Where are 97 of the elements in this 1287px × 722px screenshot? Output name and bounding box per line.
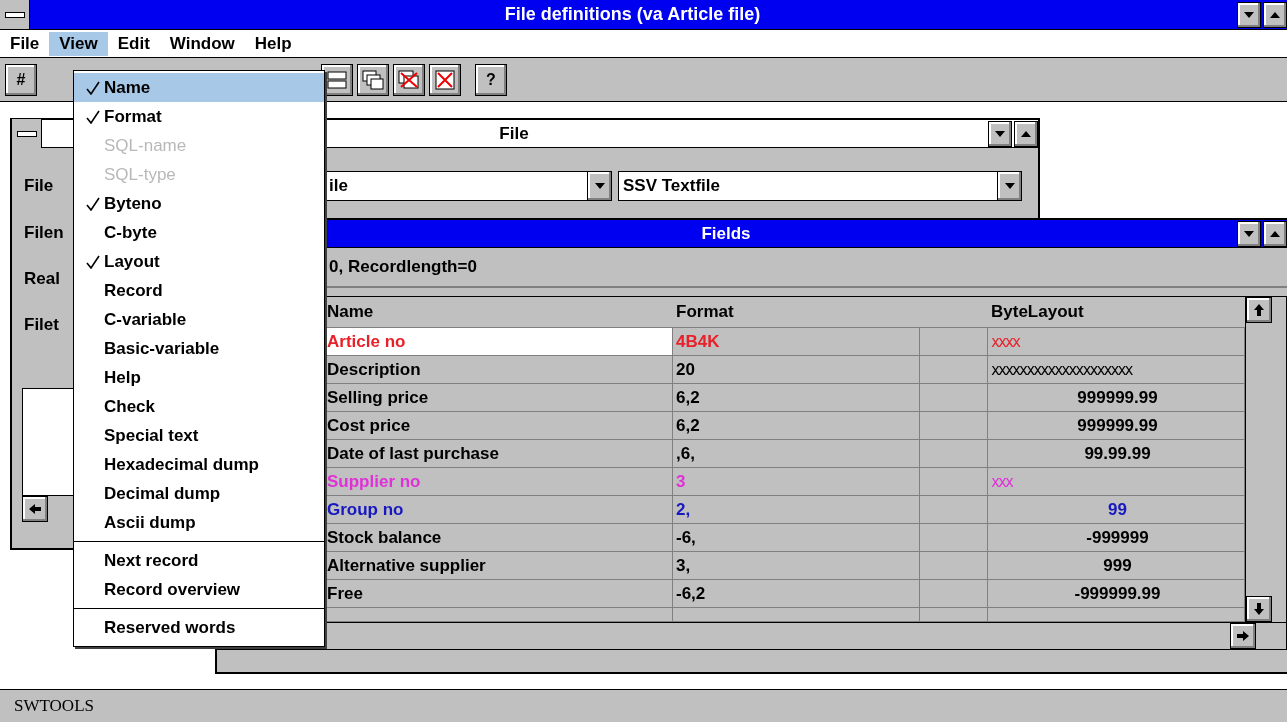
scroll-up-button[interactable]: [1246, 297, 1272, 323]
table-cell: [920, 524, 988, 552]
menu-item[interactable]: Record: [74, 276, 324, 305]
window-title: Fields: [701, 223, 751, 244]
menu-item[interactable]: Window: [159, 31, 245, 56]
table-cell: 3: [673, 468, 920, 496]
dropdown-field[interactable]: ile: [324, 171, 612, 201]
table-cell: 999999.99: [988, 412, 1245, 440]
maximize-button[interactable]: [1263, 1, 1287, 28]
up-triangle-icon: [1270, 11, 1280, 18]
scroll-left-button[interactable]: [22, 496, 48, 522]
menu-item[interactable]: Next record: [74, 546, 324, 575]
down-triangle-icon: [995, 130, 1005, 137]
down-triangle-icon: [1244, 230, 1254, 237]
table-cell: [920, 608, 988, 622]
field-label: Filet: [24, 315, 59, 335]
table-cell: 999: [988, 552, 1245, 580]
table-cell: -999999.99: [988, 580, 1245, 608]
record-info: 0, Recordlength=0: [329, 257, 477, 277]
field-label: Real: [24, 269, 60, 289]
table-cell: 99: [988, 496, 1245, 524]
table-cell: 999999.99: [988, 384, 1245, 412]
crossed-windows-icon: [398, 69, 420, 90]
field-label: File: [24, 176, 54, 196]
table-cell: [920, 412, 988, 440]
scroll-down-button[interactable]: [1246, 596, 1272, 622]
table-cell: [920, 468, 988, 496]
field-label: Filen: [24, 223, 64, 243]
down-arrow-icon: [1254, 603, 1264, 615]
table-cell: 20: [673, 356, 920, 384]
up-triangle-icon: [1270, 230, 1280, 237]
table-cell: [920, 552, 988, 580]
down-arrow-icon: [594, 183, 605, 189]
table-cell[interactable]: Article no: [324, 328, 673, 356]
down-arrow-icon: [1004, 183, 1015, 189]
menu-item[interactable]: View: [49, 31, 108, 56]
menu-item[interactable]: Basic-variable: [74, 334, 324, 363]
menu-item[interactable]: C-byte: [74, 218, 324, 247]
dropdown-button[interactable]: [587, 172, 611, 200]
close-window-button[interactable]: [429, 63, 461, 96]
window-title: File: [499, 123, 529, 144]
maximize-button[interactable]: [1263, 220, 1287, 247]
table-cell: 6,2: [673, 412, 920, 440]
table-cell: [920, 580, 988, 608]
down-triangle-icon: [1244, 11, 1254, 18]
menu-item[interactable]: Special text: [74, 421, 324, 450]
table-cell: ,6,: [673, 440, 920, 468]
menu-item[interactable]: Help: [244, 31, 302, 56]
table-cell: -6,: [673, 524, 920, 552]
menu-item[interactable]: C-variable: [74, 305, 324, 334]
close-all-windows-button[interactable]: [393, 63, 425, 96]
hash-button[interactable]: #: [5, 63, 37, 96]
table-cell: 2,: [673, 496, 920, 524]
menu-item[interactable]: Check: [74, 392, 324, 421]
column-header: Format: [673, 297, 920, 328]
table-cell: 99.99.99: [988, 440, 1245, 468]
table-cell: [920, 356, 988, 384]
table-cell: xxxx: [988, 328, 1245, 356]
minimize-button[interactable]: [1237, 1, 1261, 28]
table-cell: [920, 496, 988, 524]
dropdown-field[interactable]: SSV Textfile: [618, 171, 1022, 201]
menu-item[interactable]: Hexadecimal dump: [74, 450, 324, 479]
menu-item[interactable]: Decimal dump: [74, 479, 324, 508]
table-cell: -999999: [988, 524, 1245, 552]
table-cell: 3,: [673, 552, 920, 580]
menu-item[interactable]: Help: [74, 363, 324, 392]
table-cell: xxxxxxxxxxxxxxxxxxxx: [988, 356, 1245, 384]
menu-item[interactable]: Layout: [74, 247, 324, 276]
left-arrow-icon: [29, 504, 41, 514]
up-arrow-icon: [1254, 304, 1264, 316]
cascade-windows-icon: [362, 69, 384, 90]
scroll-right-button[interactable]: [1230, 623, 1256, 649]
help-button[interactable]: ?: [475, 63, 507, 96]
menu-item[interactable]: Format: [74, 102, 324, 131]
status-bar: SWTOOLS: [0, 689, 1287, 722]
minimize-button[interactable]: [1237, 220, 1261, 247]
table-cell: xxx: [988, 468, 1245, 496]
table-cell: [920, 440, 988, 468]
table-cell: -6,2: [673, 580, 920, 608]
menu-item[interactable]: File: [0, 31, 50, 56]
system-menu-button[interactable]: [0, 0, 30, 29]
table-cell: [920, 328, 988, 356]
window-title: File definitions (va Article file): [503, 4, 762, 25]
table-cell: [920, 384, 988, 412]
table-cell: 4B4K: [673, 328, 920, 356]
menu-item[interactable]: Name: [74, 73, 324, 102]
menu-item[interactable]: Ascii dump: [74, 508, 324, 537]
menu-item[interactable]: Edit: [107, 31, 160, 56]
right-arrow-icon: [1237, 631, 1249, 641]
cascade-windows-button[interactable]: [357, 63, 389, 96]
dropdown-button[interactable]: [997, 172, 1021, 200]
table-cell: 6,2: [673, 384, 920, 412]
menu-item[interactable]: Record overview: [74, 575, 324, 604]
crossed-window-icon: [435, 69, 455, 90]
up-triangle-icon: [1021, 130, 1031, 137]
menu-item[interactable]: Reserved words: [74, 613, 324, 642]
menu-item[interactable]: Byteno: [74, 189, 324, 218]
